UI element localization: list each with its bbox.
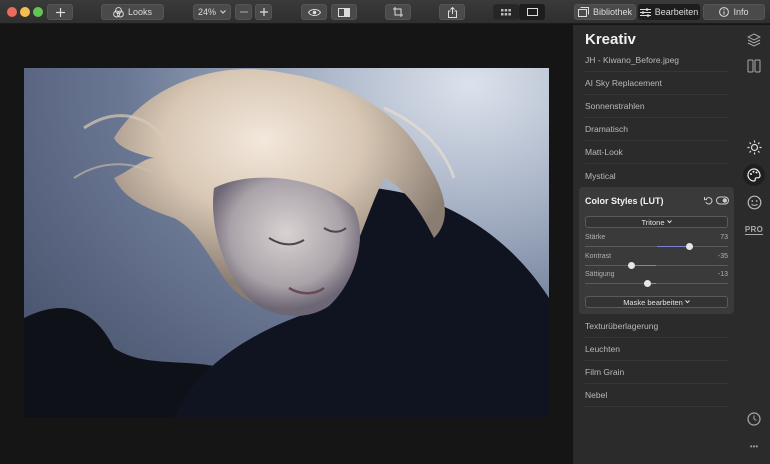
reset-icon[interactable] [704,196,713,205]
crop-button[interactable] [385,4,411,20]
kreativ-panel: Kreativ JH - Kiwano_Before.jpeg AI Sky R… [573,25,737,464]
color-styles-title: Color Styles (LUT) [585,196,664,206]
bearbeiten-button[interactable]: Bearbeiten [638,4,700,20]
filter-item[interactable]: Texturüberlagerung [585,315,728,338]
slider-kontrast[interactable] [585,262,728,269]
close-window-button[interactable] [7,7,17,17]
slider-value-saettigung: -13 [717,271,728,278]
chevron-down-icon [666,220,672,224]
slider-label-saettigung: Sättigung [585,271,615,278]
portrait-face-icon[interactable] [745,193,763,211]
layers-icon[interactable] [745,31,763,49]
filter-item[interactable]: AI Sky Replacement [585,72,728,95]
filter-item[interactable]: Leuchten [585,338,728,361]
canvas-tool-icon[interactable] [745,57,763,75]
slider-fill [656,246,690,247]
slider-fill [631,265,657,266]
pro-tools-icon[interactable]: PRO [744,221,764,239]
minimize-window-button[interactable] [20,7,30,17]
edited-photo[interactable] [24,68,549,418]
filter-item[interactable]: Mystical [585,164,728,187]
bearbeiten-label: Bearbeiten [654,7,699,17]
plus-icon [259,8,268,16]
sun-icon[interactable] [745,138,763,156]
image-canvas[interactable] [0,25,573,464]
bibliothek-button[interactable]: Bibliothek [574,4,636,20]
looks-label: Looks [127,7,153,17]
slider-label-kontrast: Kontrast [585,253,612,260]
crop-icon [393,7,403,17]
pro-label: PRO [744,225,764,235]
history-clock-icon[interactable] [745,410,763,428]
sliders-icon [639,7,651,17]
zoom-label: 24% [197,7,216,17]
looks-button[interactable]: Looks [101,4,164,20]
slider-value-staerke: 73 [720,234,728,241]
grid-icon [501,8,511,15]
info-label: Info [733,7,749,17]
slider-thumb[interactable] [643,280,651,287]
filter-item[interactable]: Nebel [585,384,728,407]
eye-icon [307,8,321,16]
info-icon [719,7,730,17]
slider-thumb[interactable] [685,243,693,250]
single-image-icon [526,8,538,16]
share-icon [447,6,457,18]
filter-item[interactable]: Film Grain [585,361,728,384]
add-button[interactable] [47,4,73,20]
portrait-image [24,69,549,418]
compare-button[interactable] [331,4,357,20]
filter-item[interactable]: Sonnenstrahlen [585,95,728,118]
chevron-down-icon [684,300,690,304]
toggle-icon[interactable] [716,196,729,205]
panel-title: Kreativ [585,31,636,48]
compare-icon [338,7,350,17]
slider-value-kontrast: -35 [717,253,728,260]
mask-edit-button[interactable]: Maske bearbeiten [585,296,728,308]
filter-item[interactable]: Matt-Look [585,141,728,164]
grid-view-button[interactable] [493,4,519,20]
more-label: ••• [749,441,759,451]
preset-select[interactable]: Tritone [585,216,728,228]
plus-icon [55,7,65,17]
filter-item[interactable]: Dramatisch [585,118,728,141]
zoom-out-button[interactable] [235,4,252,20]
slider-staerke[interactable] [585,243,728,250]
mask-edit-label: Maske bearbeiten [623,297,683,307]
preview-button[interactable] [301,4,327,20]
info-button[interactable]: Info [703,4,765,20]
more-icon[interactable]: ••• [745,437,763,455]
bibliothek-label: Bibliothek [592,7,633,17]
preset-label: Tritone [641,217,665,227]
minus-icon [239,11,248,13]
tool-rail: PRO ••• [737,25,770,464]
slider-thumb[interactable] [627,262,635,269]
slider-saettigung[interactable] [585,280,728,287]
color-styles-card: Color Styles (LUT) Tritone Stärke 73 Kon… [579,187,734,314]
top-toolbar: Looks 24% Bibliothek Bearbeiten Info [0,0,770,24]
library-icon [577,7,589,17]
zoom-window-button[interactable] [33,7,43,17]
single-view-button[interactable] [519,4,545,20]
palette-icon[interactable] [743,164,765,186]
zoom-in-button[interactable] [255,4,272,20]
share-button[interactable] [439,4,465,20]
zoom-dropdown[interactable]: 24% [193,4,231,20]
filter-item[interactable]: JH - Kiwano_Before.jpeg [585,49,728,72]
slider-label-staerke: Stärke [585,234,606,241]
looks-icon [113,6,124,17]
chevron-down-icon [220,10,226,14]
